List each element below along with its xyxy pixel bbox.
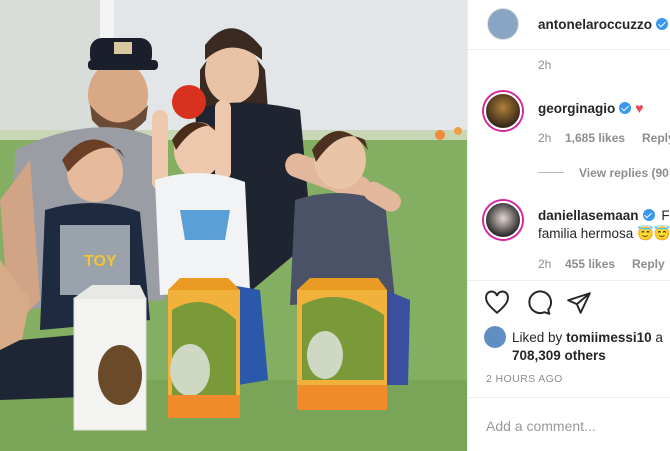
comment-box-divider — [468, 397, 670, 398]
comment-text-body: familia hermosa — [538, 226, 634, 241]
easter-box-right — [297, 278, 387, 410]
comment-time: 2h — [538, 131, 552, 145]
liked-by-user[interactable]: tomiimessi10 — [566, 330, 652, 345]
heart-icon[interactable] — [484, 290, 510, 316]
verified-badge-icon — [656, 18, 669, 30]
liked-by-line: Liked by tomiimessi10 a — [512, 330, 663, 345]
share-icon[interactable] — [566, 290, 592, 316]
liked-by-prefix: Liked by — [512, 330, 563, 345]
comment-likes[interactable]: 1,685 likes — [565, 131, 625, 145]
commenter-username-text[interactable]: daniellasemaan — [538, 208, 639, 223]
author-avatar[interactable] — [487, 8, 519, 40]
comment-likes[interactable]: 455 likes — [565, 257, 615, 271]
commenter-username-text[interactable]: georginagio — [538, 101, 615, 116]
commenter-username[interactable]: daniellasemaan F — [538, 208, 670, 223]
comment-text: familia hermosa 😇😇 — [538, 226, 670, 242]
easter-box-left — [73, 285, 147, 431]
author-username[interactable]: antonelaroccuzzo — [538, 17, 669, 32]
easter-box-middle — [168, 278, 240, 418]
comment-time: 2h — [538, 257, 552, 271]
caption-time: 2h — [538, 58, 552, 72]
liked-by-avatar[interactable] — [484, 326, 506, 348]
commenter-avatar-georginagio[interactable] — [484, 92, 522, 130]
comment-text-start: F — [661, 208, 670, 223]
post-photo[interactable]: TOY — [0, 0, 467, 451]
comment-icon[interactable] — [526, 290, 552, 316]
add-comment-input[interactable]: Add a comment... — [486, 418, 596, 434]
post-timestamp[interactable]: 2 HOURS AGO — [486, 373, 563, 385]
comment-reply-button[interactable]: Reply — [642, 131, 670, 145]
actions-divider — [468, 280, 670, 281]
view-replies-line — [538, 172, 564, 173]
smile-emoji-icon: 😇😇 — [637, 226, 670, 241]
post-sidebar: antonelaroccuzzo 2h georginagio ♥ 2h 1,68… — [467, 0, 670, 451]
author-username-text[interactable]: antonelaroccuzzo — [538, 17, 652, 32]
toy-story-text: TOY — [84, 253, 117, 270]
family-photo-illustration: TOY — [0, 0, 467, 451]
verified-badge-icon — [619, 102, 632, 114]
comment-reply-button[interactable]: Reply — [632, 257, 665, 271]
commenter-avatar-daniellasemaan[interactable] — [484, 201, 522, 239]
liked-by-suffix: a — [655, 330, 663, 345]
heart-emoji-icon: ♥ — [635, 100, 644, 116]
commenter-username[interactable]: georginagio ♥ — [538, 100, 644, 116]
liked-by-count[interactable]: 708,309 others — [512, 348, 606, 363]
view-replies-button[interactable]: View replies (90 — [579, 166, 669, 180]
post-header: antonelaroccuzzo — [468, 0, 670, 50]
verified-badge-icon — [642, 209, 655, 221]
